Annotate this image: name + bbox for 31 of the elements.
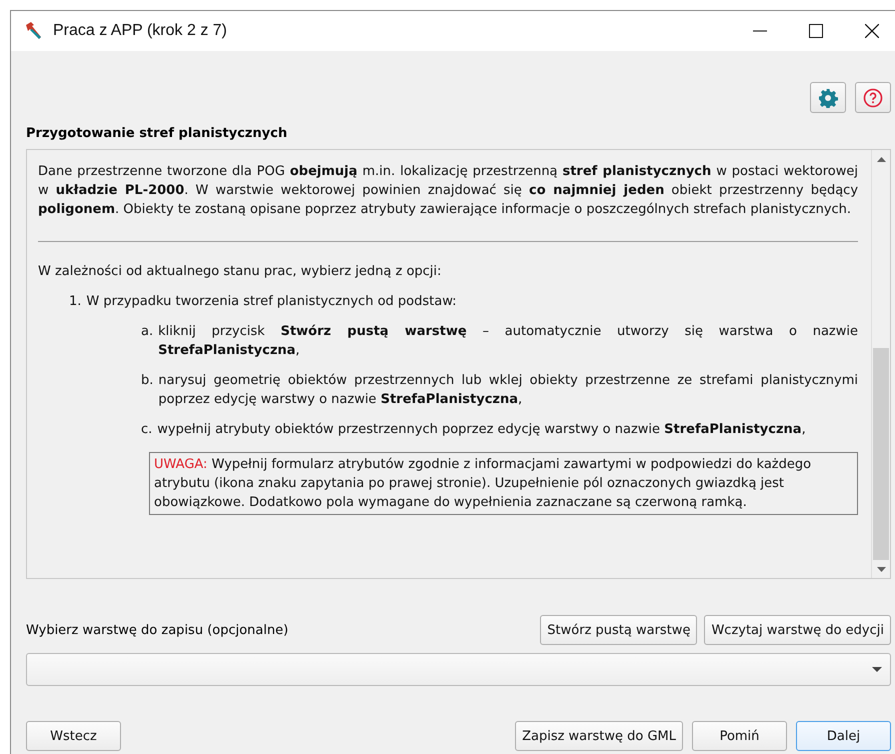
- back-button[interactable]: Wstecz: [26, 721, 121, 751]
- list-item-text: kliknij przycisk Stwórz pustą warstwę – automatycznie utworzy się warstwa o nazwie StrefaPlanistyczna,: [158, 323, 858, 360]
- scrollbar[interactable]: [871, 150, 890, 578]
- dropdown-caret-icon: [872, 667, 882, 672]
- list-letter: a.: [141, 323, 154, 341]
- intro-paragraph: Dane przestrzenne tworzone dla POG obejmują m.in. lokalizację przestrzenną stref planistycznych w postaci wektorowej w układzie PL-2000. W warstwie wektorowej powinien znajdować się co najmniej jeden obiekt przestrzenny będący poligonem. Obiekty te zostaną opisane poprzez atrybuty zawierające informacje o poszczególnych strefach planistycznych.: [38, 163, 858, 219]
- list-item-text: narysuj geometrię obiektów przestrzennych lub wklej obiekty przestrzenne ze strefami planistycznymi poprzez edycję warstwy o nazwie StrefaPlanistyczna,: [158, 372, 858, 409]
- help-button[interactable]: [855, 82, 891, 113]
- settings-icon: [818, 88, 838, 108]
- maximize-icon: [809, 24, 823, 38]
- instruction-text: W zależności od aktualnego stanu prac, wybierz jedną z opcji:: [38, 263, 442, 281]
- settings-button[interactable]: [810, 82, 846, 113]
- layer-label: Wybierz warstwę do zapisu (opcjonalne): [26, 622, 290, 638]
- window-title: Praca z APP (krok 2 z 7): [53, 22, 228, 40]
- list-number: 1.: [69, 293, 82, 311]
- footer-button[interactable]: Zapisz warstwę do GML: [515, 721, 683, 751]
- footer-button[interactable]: Pomiń: [692, 721, 787, 751]
- close-icon: [865, 24, 879, 38]
- warning-note: UWAGA: Wypełnij formularz atrybutów zgodnie z informacjami zawartymi w podpowiedzi do każdego atrybutu (ikona znaku zapytania po prawej stronie). Uzupełnienie pól oznaczonych gwiazdką jest obowiązkowe. Dodatkowo pola wymagane do wypełnienia zaznaczane są czerwoną ramką.: [149, 452, 858, 515]
- list-item-text: W przypadku tworzenia stref planistycznych od podstaw:: [86, 293, 457, 311]
- list-item-text: wypełnij atrybuty obiektów przestrzennych poprzez edycję warstwy o nazwie StrefaPlanistyczna,: [157, 421, 807, 439]
- help-icon: [863, 88, 883, 108]
- section-title: Przygotowanie stref planistycznych: [26, 126, 288, 141]
- list-letter: b.: [141, 372, 154, 390]
- list-letter: c.: [141, 421, 152, 439]
- layer-button[interactable]: Wczytaj warstwę do edycji: [704, 615, 891, 645]
- scroll-down-icon: [876, 566, 886, 572]
- footer-button[interactable]: Dalej: [796, 721, 891, 751]
- minimize-icon: [753, 30, 767, 32]
- layer-button[interactable]: Stwórz pustą warstwę: [540, 615, 698, 645]
- scroll-up-icon: [876, 156, 886, 162]
